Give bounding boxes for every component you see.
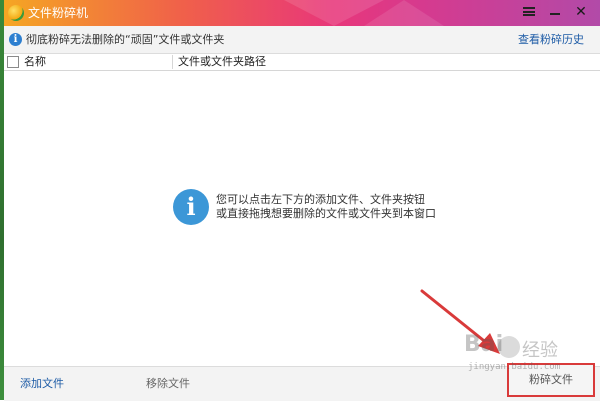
- add-file-button[interactable]: 添加文件: [20, 377, 64, 391]
- menu-icon: [523, 7, 535, 16]
- close-button[interactable]: ✕: [570, 2, 592, 22]
- select-all-checkbox[interactable]: [7, 56, 19, 68]
- close-icon: ✕: [575, 4, 587, 20]
- file-shredder-window: 文件粉碎机 ✕ i 彻底粉碎无法删除的“顽固”文件或文件夹 查看粉碎历史 名称 …: [4, 0, 600, 401]
- info-icon: i: [9, 33, 22, 46]
- column-header-path[interactable]: 文件或文件夹路径: [178, 55, 266, 68]
- window-title: 文件粉碎机: [28, 6, 89, 20]
- file-list-header: 名称 文件或文件夹路径: [4, 54, 600, 71]
- menu-button[interactable]: [518, 2, 540, 22]
- shred-file-button[interactable]: 粉碎文件: [507, 363, 595, 397]
- column-header-name[interactable]: 名称: [24, 55, 46, 68]
- remove-file-button[interactable]: 移除文件: [146, 377, 190, 391]
- info-icon: i: [173, 189, 209, 225]
- app-logo-icon: [8, 5, 24, 21]
- info-description: 彻底粉碎无法删除的“顽固”文件或文件夹: [26, 33, 225, 46]
- title-bar-decoration: [364, 0, 444, 26]
- empty-hint-line-2: 或直接拖拽想要删除的文件或文件夹到本窗口: [216, 207, 436, 220]
- column-divider[interactable]: [172, 55, 173, 69]
- minimize-button[interactable]: [544, 2, 566, 22]
- title-bar[interactable]: 文件粉碎机 ✕: [4, 0, 600, 26]
- info-bar: i 彻底粉碎无法删除的“顽固”文件或文件夹 查看粉碎历史: [4, 26, 600, 54]
- empty-hint-line-1: 您可以点击左下方的添加文件、文件夹按钮: [216, 193, 425, 206]
- minimize-icon: [550, 13, 560, 15]
- view-shred-history-link[interactable]: 查看粉碎历史: [518, 33, 584, 46]
- file-list-drop-area[interactable]: i 您可以点击左下方的添加文件、文件夹按钮 或直接拖拽想要删除的文件或文件夹到本…: [4, 71, 600, 366]
